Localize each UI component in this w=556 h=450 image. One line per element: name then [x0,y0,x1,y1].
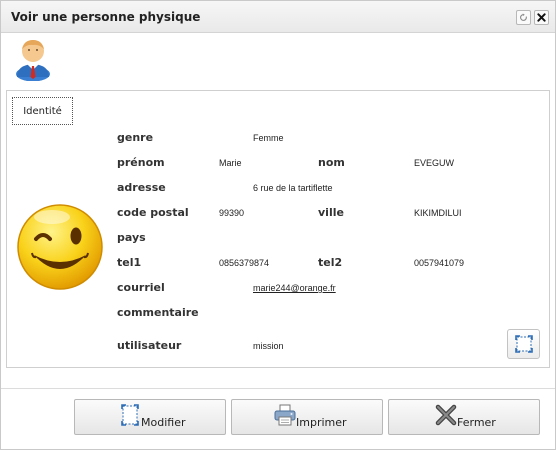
value-genre: Femme [253,133,284,143]
person-icon [16,40,50,81]
modifier-label: Modifier [141,416,186,429]
value-code-postal: 99390 [219,208,245,218]
fermer-button[interactable]: Fermer [388,399,540,435]
label-nom: nom [318,156,345,169]
title-bar: Voir une personne physique [1,1,555,33]
label-genre: genre [117,131,154,144]
value-adresse: 6 rue de la tartiflette [253,183,333,193]
imprimer-label: Imprimer [296,416,347,429]
courriel-link[interactable]: marie244@orange.fr [253,283,336,293]
close-window-button[interactable] [534,10,549,25]
value-utilisateur: mission [253,341,284,351]
printer-icon [274,404,296,426]
tab-identite[interactable]: Identité [12,97,73,125]
value-prenom: Marie [219,158,242,168]
label-utilisateur: utilisateur [117,339,182,352]
smiley-face-icon [17,204,103,290]
value-nom: EVEGUW [414,158,455,168]
label-pays: pays [117,231,146,244]
label-adresse: adresse [117,181,166,194]
edit-icon [121,404,139,426]
value-ville: KIKIMDILUI [414,208,462,218]
fermer-label: Fermer [457,416,496,429]
dialog-window: Voir une personne physique Identité genr… [0,0,556,450]
identity-panel: Identité genre Femme prénom Marie nom EV… [6,90,550,368]
imprimer-button[interactable]: Imprimer [231,399,383,435]
label-tel1: tel1 [117,256,142,269]
close-x-icon [435,404,457,426]
expand-icon [514,335,533,353]
restore-icon [520,13,527,21]
modifier-button[interactable]: Modifier [74,399,226,435]
restore-button[interactable] [516,10,531,25]
label-tel2: tel2 [318,256,343,269]
value-tel1: 0856379874 [219,258,270,268]
window-title: Voir une personne physique [11,10,201,24]
expand-button[interactable] [507,329,540,359]
label-prenom: prénom [117,156,165,169]
footer-separator [1,388,555,389]
label-code-postal: code postal [117,206,189,219]
label-courriel: courriel [117,281,165,294]
value-tel2: 0057941079 [414,258,465,268]
label-commentaire: commentaire [117,306,199,319]
close-icon [537,13,546,22]
label-ville: ville [318,206,344,219]
